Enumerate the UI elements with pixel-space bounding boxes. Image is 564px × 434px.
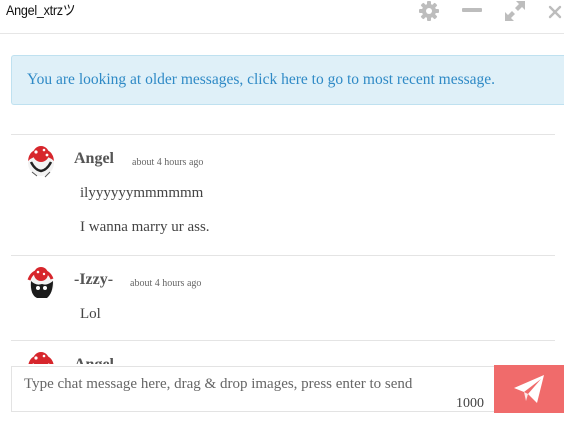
message-item: Angel about 4 hours ago ilyyyyyymmmmmm I…	[11, 134, 555, 255]
message-line: Lol	[80, 306, 101, 322]
message-item: -Izzy- about 4 hours ago Lol	[11, 255, 555, 340]
message-author[interactable]: Angel	[74, 150, 114, 168]
gear-icon[interactable]	[417, 0, 441, 22]
chat-input-box[interactable]	[11, 366, 496, 412]
message-line: I wanna marry ur ass.	[80, 219, 210, 235]
paper-plane-icon	[514, 375, 544, 403]
message-line: ilyyyyyymmmmmm	[80, 185, 204, 201]
avatar[interactable]	[23, 265, 59, 301]
expand-icon[interactable]	[503, 0, 527, 22]
close-icon[interactable]	[543, 0, 564, 22]
message-time: about 4 hours ago	[130, 278, 202, 289]
older-messages-notice[interactable]: You are looking at older messages, click…	[11, 55, 564, 105]
older-messages-link[interactable]: You are looking at older messages, click…	[27, 71, 495, 89]
message-list: Angel about 4 hours ago ilyyyyyymmmmmm I…	[11, 134, 555, 364]
minimize-icon[interactable]	[460, 0, 484, 22]
avatar[interactable]	[23, 350, 59, 364]
chat-message-input[interactable]	[12, 367, 495, 411]
chat-header: Angel_xtrzツ	[0, 0, 564, 34]
message-author[interactable]: Angel	[74, 356, 114, 364]
message-item: Angel	[11, 340, 555, 364]
message-time: about 4 hours ago	[132, 157, 204, 168]
char-counter: 1000	[456, 396, 484, 411]
message-author[interactable]: -Izzy-	[74, 271, 113, 289]
chat-title: Angel_xtrzツ	[6, 2, 76, 18]
avatar[interactable]	[23, 144, 59, 180]
send-button[interactable]	[494, 365, 564, 413]
